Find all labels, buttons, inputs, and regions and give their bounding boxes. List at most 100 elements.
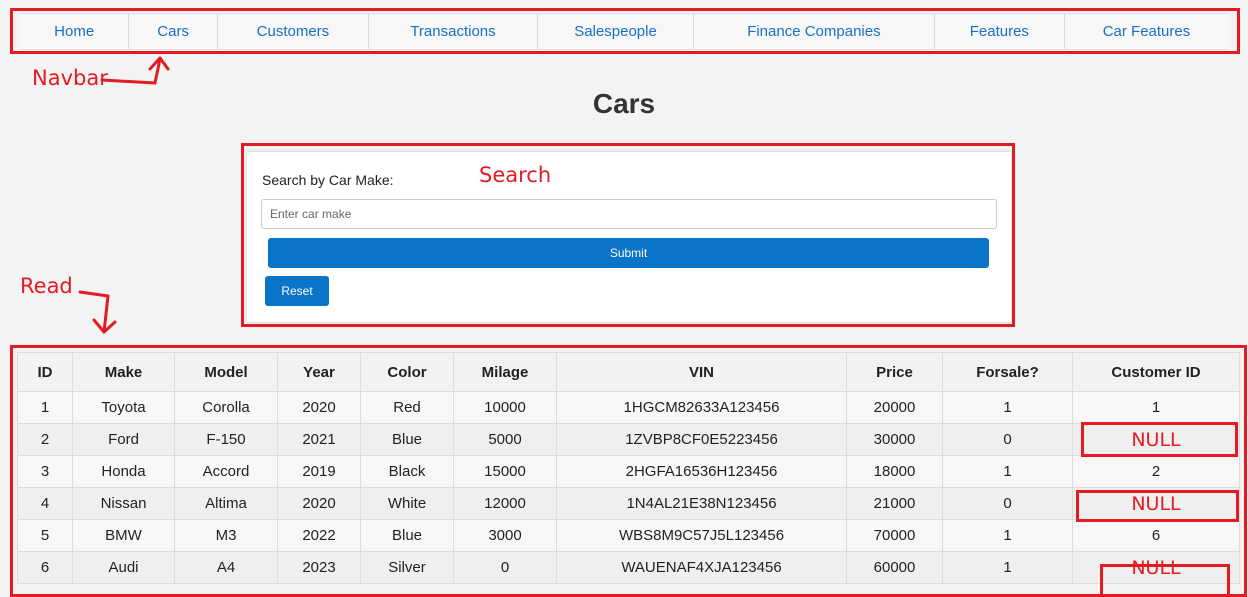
null-annotation-label: NULL [1131, 556, 1181, 579]
column-header-price: Price [846, 352, 943, 392]
read-annotation-label: Read [20, 274, 73, 298]
column-header-milage: Milage [453, 352, 557, 392]
cell-forsale: 1 [942, 551, 1073, 584]
cell-make: Audi [72, 551, 175, 584]
cell-make: Nissan [72, 487, 175, 520]
cars-table: ID Make Model Year Color Milage VIN Pric… [17, 352, 1240, 584]
cell-id: 5 [17, 519, 73, 552]
cell-price: 70000 [846, 519, 943, 552]
cell-customer-id: 1 [1072, 391, 1240, 424]
cell-id: 6 [17, 551, 73, 584]
cell-customer-id-null: NULL [1072, 487, 1240, 520]
submit-button[interactable]: Submit [268, 238, 989, 268]
null-annotation-label: NULL [1131, 492, 1181, 515]
cell-milage: 0 [453, 551, 557, 584]
cell-vin: WBS8M9C57J5L123456 [556, 519, 847, 552]
cell-year: 2022 [277, 519, 361, 552]
cell-vin: 2HGFA16536H123456 [556, 455, 847, 488]
page-title: Cars [592, 88, 656, 119]
cell-model: Accord [174, 455, 278, 488]
column-header-color: Color [360, 352, 454, 392]
nav-item-finance-companies[interactable]: Finance Companies [694, 14, 935, 49]
cell-customer-id-null: NULL [1072, 423, 1240, 456]
cell-id: 3 [17, 455, 73, 488]
column-header-id: ID [17, 352, 73, 392]
cell-model: M3 [174, 519, 278, 552]
nav-item-customers[interactable]: Customers [218, 14, 369, 49]
cell-customer-id-null: NULL [1072, 551, 1240, 584]
cell-id: 4 [17, 487, 73, 520]
cell-price: 18000 [846, 455, 943, 488]
cell-model: F-150 [174, 423, 278, 456]
table-row: 1 Toyota Corolla 2020 Red 10000 1HGCM826… [17, 391, 1240, 424]
column-header-forsale: Forsale? [942, 352, 1073, 392]
cell-color: Blue [360, 519, 454, 552]
cell-forsale: 1 [942, 519, 1073, 552]
cell-id: 2 [17, 423, 73, 456]
column-header-make: Make [72, 352, 175, 392]
cell-model: A4 [174, 551, 278, 584]
cars-table-wrap: ID Make Model Year Color Milage VIN Pric… [17, 352, 1240, 584]
cell-year: 2020 [277, 487, 361, 520]
cell-make: Ford [72, 423, 175, 456]
cell-model: Altima [174, 487, 278, 520]
cell-year: 2023 [277, 551, 361, 584]
cell-price: 21000 [846, 487, 943, 520]
table-row: 3 Honda Accord 2019 Black 15000 2HGFA165… [17, 455, 1240, 488]
navbar: Home Cars Customers Transactions Salespe… [20, 13, 1228, 50]
table-header-row: ID Make Model Year Color Milage VIN Pric… [17, 352, 1240, 392]
cell-color: Blue [360, 423, 454, 456]
nav-item-features[interactable]: Features [935, 14, 1065, 49]
nav-item-car-features[interactable]: Car Features [1065, 14, 1228, 49]
cell-milage: 3000 [453, 519, 557, 552]
cell-color: White [360, 487, 454, 520]
cell-milage: 5000 [453, 423, 557, 456]
column-header-year: Year [277, 352, 361, 392]
cell-forsale: 0 [942, 487, 1073, 520]
cell-make: Toyota [72, 391, 175, 424]
column-header-customer-id: Customer ID [1072, 352, 1240, 392]
nav-item-transactions[interactable]: Transactions [369, 14, 538, 49]
nav-item-salespeople[interactable]: Salespeople [538, 14, 695, 49]
cell-forsale: 1 [942, 391, 1073, 424]
table-row: 6 Audi A4 2023 Silver 0 WAUENAF4XJA12345… [17, 551, 1240, 584]
cell-model: Corolla [174, 391, 278, 424]
table-row: 2 Ford F-150 2021 Blue 5000 1ZVBP8CF0E52… [17, 423, 1240, 456]
cell-forsale: 0 [942, 423, 1073, 456]
cell-vin: 1HGCM82633A123456 [556, 391, 847, 424]
cell-price: 30000 [846, 423, 943, 456]
cell-color: Silver [360, 551, 454, 584]
cell-color: Red [360, 391, 454, 424]
search-annotation-label: Search [479, 163, 552, 187]
cell-year: 2021 [277, 423, 361, 456]
table-row: 5 BMW M3 2022 Blue 3000 WBS8M9C57J5L1234… [17, 519, 1240, 552]
cell-make: BMW [72, 519, 175, 552]
cell-color: Black [360, 455, 454, 488]
nav-item-home[interactable]: Home [20, 14, 130, 49]
cell-vin: 1N4AL21E38N123456 [556, 487, 847, 520]
search-input[interactable] [261, 199, 997, 229]
cell-customer-id: 2 [1072, 455, 1240, 488]
null-annotation-label: NULL [1131, 428, 1181, 451]
cell-make: Honda [72, 455, 175, 488]
cell-year: 2020 [277, 391, 361, 424]
cell-forsale: 1 [942, 455, 1073, 488]
cell-milage: 10000 [453, 391, 557, 424]
cell-milage: 12000 [453, 487, 557, 520]
column-header-vin: VIN [556, 352, 847, 392]
reset-button[interactable]: Reset [265, 276, 329, 306]
cell-vin: WAUENAF4XJA123456 [556, 551, 847, 584]
table-row: 4 Nissan Altima 2020 White 12000 1N4AL21… [17, 487, 1240, 520]
cell-id: 1 [17, 391, 73, 424]
cell-vin: 1ZVBP8CF0E5223456 [556, 423, 847, 456]
search-label: Search by Car Make: [262, 172, 394, 188]
cell-price: 60000 [846, 551, 943, 584]
read-annotation-arrow-icon [78, 290, 117, 334]
cell-price: 20000 [846, 391, 943, 424]
search-panel: Search by Car Make: Submit Reset [247, 152, 1011, 322]
cell-customer-id: 6 [1072, 519, 1240, 552]
cell-milage: 15000 [453, 455, 557, 488]
nav-item-cars[interactable]: Cars [129, 14, 218, 49]
cell-year: 2019 [277, 455, 361, 488]
column-header-model: Model [174, 352, 278, 392]
